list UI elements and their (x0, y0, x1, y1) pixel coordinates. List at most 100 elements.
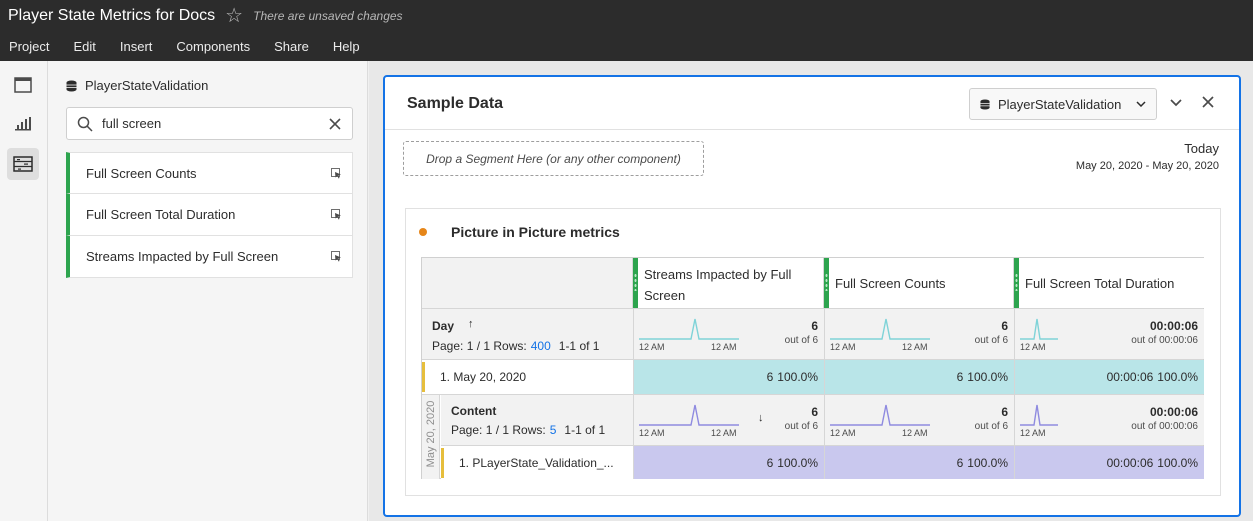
component-search[interactable] (66, 107, 353, 140)
metric-cell[interactable]: 6 100.0% (633, 360, 824, 394)
spark-end-label: 12 AM (902, 342, 928, 352)
summary-value: 6 (1001, 319, 1008, 333)
report-suite-dropdown[interactable]: PlayerStateValidation (969, 88, 1157, 120)
cell-value: 6 (766, 455, 774, 470)
report-suite-name: PlayerStateValidation (85, 78, 209, 93)
dimension-title[interactable]: Day (432, 319, 454, 333)
cell-value: 6 (956, 455, 964, 470)
segment-drop-zone[interactable]: Drop a Segment Here (or any other compon… (403, 141, 704, 176)
column-label: Full Screen Counts (835, 276, 946, 291)
panel-icon (14, 77, 32, 93)
panel-title[interactable]: Sample Data (407, 95, 503, 113)
chevron-down-icon (1170, 99, 1182, 107)
report-suite-label[interactable]: PlayerStateValidation (66, 78, 208, 93)
menu-bar: Project Edit Insert Components Share Hel… (0, 32, 1253, 61)
report-suite-value: PlayerStateValidation (998, 96, 1122, 112)
collapse-panel-button[interactable] (1169, 95, 1183, 112)
star-icon[interactable]: ☆ (225, 6, 243, 26)
visualizations-button[interactable] (7, 108, 39, 140)
freeform-title[interactable]: Picture in Picture metrics (451, 224, 620, 240)
sparkline (639, 318, 739, 340)
column-header[interactable]: Full Screen Total Duration (1014, 258, 1204, 308)
info-icon[interactable] (331, 167, 342, 179)
date-range[interactable]: Today May 20, 2020 - May 20, 2020 (1076, 141, 1219, 172)
cell-percent: 100.0% (777, 455, 818, 470)
summary-total: out of 6 (784, 421, 818, 432)
menu-insert[interactable]: Insert (120, 39, 153, 54)
spark-end-label: 12 AM (711, 428, 737, 438)
column-header[interactable]: Full Screen Counts (824, 258, 1014, 308)
page-indicator: Page: 1 / 1 (432, 339, 491, 353)
summary-total: out of 6 (974, 335, 1008, 346)
spark-start-label: 12 AM (830, 428, 856, 438)
row-range: 1-1 of 1 (564, 423, 606, 437)
row-label: 1. May 20, 2020 (440, 370, 527, 384)
freeform-table: Streams Impacted by Full Screen Full Scr… (421, 257, 1204, 479)
component-item[interactable]: Full Screen Total Duration (66, 194, 353, 236)
spark-start-label: 12 AM (1020, 428, 1046, 438)
page-indicator: Page: 1 / 1 (451, 423, 510, 437)
spark-start-label: 12 AM (830, 342, 856, 352)
component-item[interactable]: Full Screen Counts (66, 152, 353, 194)
menu-components[interactable]: Components (176, 39, 250, 54)
metric-cell[interactable]: 6 100.0% (824, 360, 1014, 394)
menu-project[interactable]: Project (9, 39, 49, 54)
panel-divider (385, 129, 1239, 130)
pagination: Page: 1 / 1 Rows: 400 1-1 of 1 (432, 339, 599, 353)
summary-value: 00:00:06 (1149, 319, 1198, 333)
column-label: Full Screen Total Duration (1025, 276, 1175, 291)
metric-cell[interactable]: 6 100.0% (824, 446, 1014, 479)
metric-cell[interactable]: 00:00:06 100.0% (1014, 360, 1204, 394)
table-row[interactable]: 1. May 20, 2020 (422, 360, 633, 394)
clear-search-button[interactable] (328, 117, 342, 131)
panels-button[interactable] (7, 69, 39, 101)
summary-total: out of 6 (974, 421, 1008, 432)
cell-value: 6 (956, 370, 964, 384)
project-title[interactable]: Player State Metrics for Docs (8, 7, 215, 25)
info-icon[interactable] (331, 209, 342, 220)
dimension-header: Content Page: 1 / 1 Rows: 5 1-1 of 1 (441, 395, 633, 445)
rows-selector[interactable]: 400 (531, 339, 551, 353)
close-panel-button[interactable] (1201, 95, 1215, 112)
close-icon (1202, 96, 1214, 108)
cell-value: 6 (766, 370, 774, 384)
cell-percent: 100.0% (777, 370, 818, 384)
drag-handle[interactable] (1015, 273, 1018, 291)
column-label: Streams Impacted by Full Screen (644, 267, 792, 303)
menu-edit[interactable]: Edit (73, 39, 95, 54)
summary-value: 6 (811, 319, 818, 333)
cell-percent: 100.0% (967, 455, 1008, 470)
search-icon (77, 116, 93, 132)
info-icon[interactable] (331, 251, 342, 262)
sparkline (639, 404, 739, 426)
pagination: Page: 1 / 1 Rows: 5 1-1 of 1 (451, 423, 605, 437)
menu-help[interactable]: Help (333, 39, 360, 54)
components-button[interactable] (7, 148, 39, 180)
table-row[interactable]: 1. PLayerState_Validation_... (441, 446, 633, 479)
metric-cell[interactable]: 00:00:06 100.0% (1014, 446, 1204, 479)
component-item[interactable]: Streams Impacted by Full Screen (66, 236, 353, 278)
row-marker (422, 362, 425, 392)
dimension-title[interactable]: Content (451, 404, 496, 418)
sparkline (830, 404, 930, 426)
components-icon (13, 156, 33, 172)
date-range-label: Today (1184, 141, 1219, 156)
menu-share[interactable]: Share (274, 39, 309, 54)
rows-selector[interactable]: 5 (550, 423, 557, 437)
cell-value: 00:00:06 (1106, 370, 1154, 384)
sort-desc-icon[interactable]: ↓ (758, 412, 764, 424)
summary-cell: 12 AM 12 AM ↓ 6 out of 6 (633, 395, 824, 445)
sparkline (1020, 404, 1058, 426)
metric-cell[interactable]: 6 100.0% (633, 446, 824, 479)
search-input[interactable] (102, 116, 328, 131)
breakdown-label: May 20, 2020 (422, 395, 440, 479)
drag-handle[interactable] (634, 273, 637, 291)
status-dot (419, 228, 427, 236)
freeform-table-panel: Picture in Picture metrics Streams Impac… (405, 208, 1221, 496)
sort-asc-icon[interactable]: ↑ (468, 318, 474, 330)
component-list: Full Screen Counts Full Screen Total Dur… (66, 152, 353, 278)
column-header[interactable]: Streams Impacted by Full Screen (633, 258, 824, 308)
left-rail (0, 61, 48, 521)
summary-cell: 12 AM 12 AM 6 out of 6 (633, 309, 824, 359)
drag-handle[interactable] (825, 273, 828, 291)
